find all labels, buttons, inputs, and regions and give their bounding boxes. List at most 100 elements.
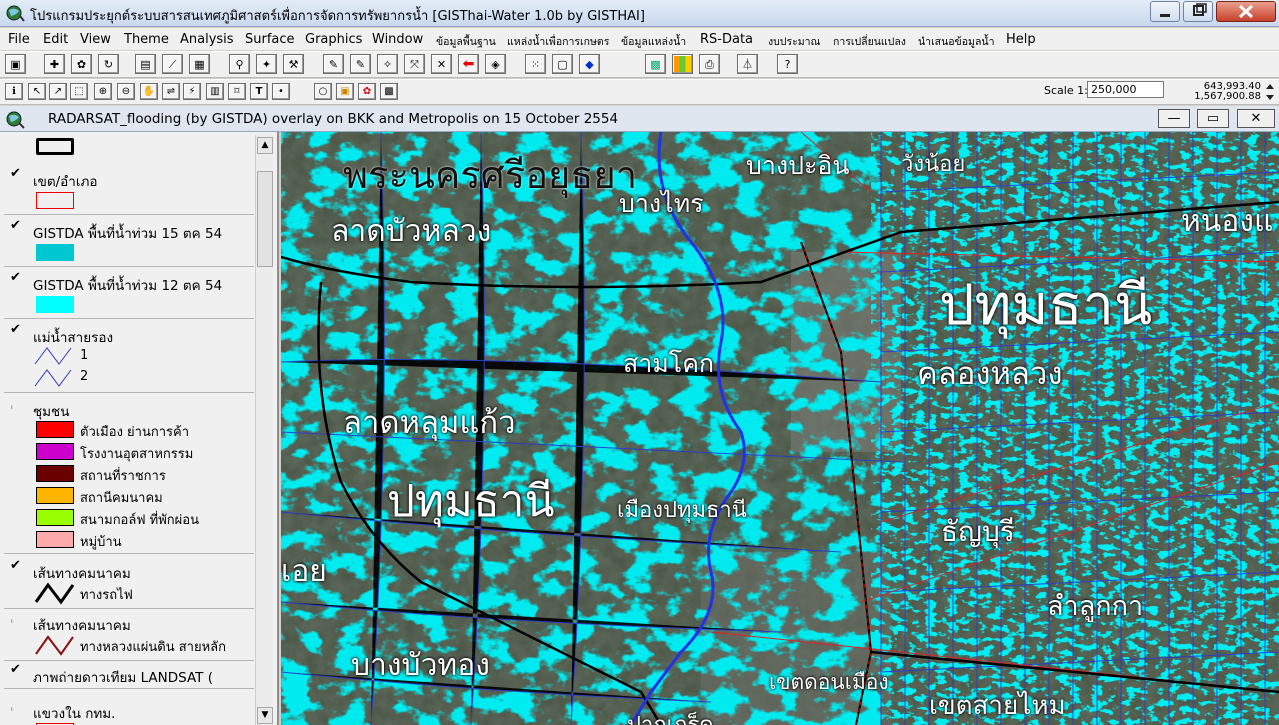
legend-scrollbar[interactable]: ▲ ▼ — [255, 135, 273, 725]
map-label: สามโคก — [623, 349, 715, 378]
theme-checkbox[interactable]: ✔ — [10, 167, 22, 180]
table-icon[interactable]: ▦ — [189, 54, 210, 74]
menu-rs-data[interactable]: RS-Data — [700, 32, 753, 47]
image-icon[interactable]: ▣ — [336, 83, 354, 100]
minimize-button[interactable] — [1150, 1, 1180, 22]
theme-checkbox[interactable]: ˌ — [10, 611, 22, 624]
menu-help[interactable]: Help — [1006, 32, 1036, 47]
top-partial-symbol — [36, 138, 74, 155]
help-pointer-icon[interactable]: ? — [777, 54, 798, 74]
pattern-icon[interactable]: ▩ — [380, 83, 398, 100]
app-window: โปรแกรมประยุกต์ระบบสารสนเทศภูมิศาสตร์เพื… — [0, 0, 1279, 725]
layout-icon[interactable]: ▢ — [552, 54, 573, 74]
map-view[interactable]: พระนครศรีอยุธยา บางปะอิน วังน้อย บางไทร … — [281, 132, 1279, 725]
community-swatch — [36, 443, 74, 460]
measure-icon[interactable]: ⇌ — [162, 83, 180, 100]
scroll-thumb[interactable] — [257, 171, 273, 267]
menu-water-source-data[interactable]: ข้อมูลแหล่งน้ำ — [621, 33, 686, 50]
save-project-icon[interactable]: ▣ — [5, 54, 26, 74]
menu-file[interactable]: File — [8, 32, 30, 47]
select-by-theme-icon[interactable]: ✎ — [350, 54, 371, 74]
theme-label[interactable]: GISTDA พื้นที่น้ำท่วม 15 ตค 54 — [33, 222, 222, 244]
clear-selection-icon[interactable]: ✧ — [377, 54, 398, 74]
menu-theme[interactable]: Theme — [124, 32, 169, 47]
theme-label[interactable]: ชุมชน — [33, 400, 69, 422]
zoom-previous-icon[interactable]: ⬅ — [458, 54, 479, 74]
menu-graphics[interactable]: Graphics — [305, 32, 362, 47]
theme-checkbox[interactable]: ✔ — [10, 663, 22, 676]
hotlink-icon[interactable]: ⚡ — [183, 83, 201, 100]
view-close-button[interactable]: ✕ — [1237, 109, 1275, 128]
menu-change[interactable]: การเปลี่ยนแปลง — [833, 33, 906, 50]
menu-window[interactable]: Window — [372, 32, 423, 47]
point-draw-icon[interactable]: • — [272, 83, 290, 100]
text-tool-icon[interactable]: T — [250, 83, 268, 100]
theme-label[interactable]: แขวงใน กทม. — [33, 702, 115, 724]
refresh-icon[interactable]: ↻ — [98, 54, 119, 74]
theme-checkbox[interactable]: ˌ — [10, 397, 22, 410]
theme-checkbox[interactable]: ✔ — [10, 271, 22, 284]
zoom-active-theme-icon[interactable]: ✕ — [431, 54, 452, 74]
scale-bar-icon[interactable]: ⏃ — [737, 54, 758, 74]
map-label: เอย — [281, 554, 327, 589]
theme-properties-icon[interactable]: ✿ — [71, 54, 92, 74]
color-ramp-icon[interactable] — [672, 54, 693, 74]
query-builder-icon[interactable]: ✎ — [323, 54, 344, 74]
view-maximize-button[interactable]: ▭ — [1197, 109, 1229, 128]
river-class-label: 2 — [80, 369, 89, 384]
legend-separator — [4, 553, 254, 554]
theme-checkbox[interactable]: ˌ — [10, 699, 22, 712]
scroll-down-arrow[interactable]: ▼ — [257, 707, 273, 724]
legend-separator — [4, 392, 254, 393]
theme-label[interactable]: เขต/อำเภอ — [33, 170, 97, 192]
area-of-interest-icon[interactable]: ▥ — [206, 83, 224, 100]
menu-agri-water[interactable]: แหล่งน้ำเพื่อการเกษตร — [507, 33, 609, 50]
scroll-up-arrow[interactable]: ▲ — [257, 137, 273, 154]
legend-separator — [4, 318, 254, 319]
label-tool-icon[interactable]: ⌑ — [228, 83, 246, 100]
theme-label[interactable]: GISTDA พื้นที่น้ำท่วม 12 ตค 54 — [33, 274, 222, 296]
map-label: วังน้อย — [901, 152, 966, 177]
community-swatch — [36, 421, 74, 438]
menu-water-presentation[interactable]: นำเสนอข้อมูลน้ำ — [918, 33, 994, 50]
zoom-selected-icon[interactable]: ◈ — [485, 54, 506, 74]
legend-editor-icon[interactable]: ▤ — [135, 54, 156, 74]
menu-surface[interactable]: Surface — [245, 32, 295, 47]
find-icon[interactable]: ⚲ — [229, 54, 250, 74]
close-button[interactable] — [1216, 1, 1276, 22]
edit-tool-icon[interactable]: ⟋ — [162, 54, 183, 74]
locate-icon[interactable]: ✦ — [256, 54, 277, 74]
pan-hand-icon[interactable]: ✋ — [140, 83, 158, 100]
menu-edit[interactable]: Edit — [43, 32, 68, 47]
palette-icon[interactable]: ✿ — [358, 83, 376, 100]
select-feature-icon[interactable]: ⬚ — [70, 83, 88, 100]
menu-analysis[interactable]: Analysis — [180, 32, 234, 47]
hammer-icon[interactable]: ⚒ — [283, 54, 304, 74]
menu-basic-data[interactable]: ข้อมูลพื้นฐาน — [436, 33, 496, 50]
blue-diamond-icon[interactable]: ◆ — [579, 54, 600, 74]
circle-draw-icon[interactable]: ○ — [314, 83, 332, 100]
community-class-label: หมู่บ้าน — [80, 535, 122, 550]
legend-separator — [4, 214, 254, 215]
zoom-full-extent-icon[interactable]: ⤧ — [404, 54, 425, 74]
pointer-icon[interactable]: ↖ — [28, 83, 46, 100]
identify-icon[interactable]: ℹ — [5, 83, 23, 100]
add-theme-icon[interactable]: ✚ — [44, 54, 65, 74]
zoom-in-icon[interactable]: ⊕ — [94, 83, 112, 100]
theme-checkbox[interactable]: ✔ — [10, 559, 22, 572]
print-icon[interactable]: ⎙ — [699, 54, 720, 74]
vertex-edit-icon[interactable]: ↗ — [49, 83, 67, 100]
menu-bar: File Edit View Theme Analysis Surface Gr… — [0, 28, 1279, 50]
theme-checkbox[interactable]: ✔ — [10, 219, 22, 232]
maximize-button[interactable] — [1183, 1, 1213, 22]
menu-view[interactable]: View — [80, 32, 111, 47]
menu-budget[interactable]: งบประมาณ — [768, 33, 820, 50]
zoom-out-icon[interactable]: ⊖ — [117, 83, 135, 100]
view-minimize-button[interactable]: — — [1158, 109, 1190, 128]
zoom-in-fixed-icon[interactable]: ⁙ — [525, 54, 546, 74]
title-bar: โปรแกรมประยุกต์ระบบสารสนเทศภูมิศาสตร์เพื… — [0, 0, 1279, 27]
map-label: ปากเกร็ด — [627, 707, 714, 725]
theme-checkbox[interactable]: ✔ — [10, 323, 22, 336]
theme-label[interactable]: ภาพถ่ายดาวเทียม LANDSAT ( — [33, 666, 213, 688]
raster-palette-icon[interactable]: ▩ — [645, 54, 666, 74]
